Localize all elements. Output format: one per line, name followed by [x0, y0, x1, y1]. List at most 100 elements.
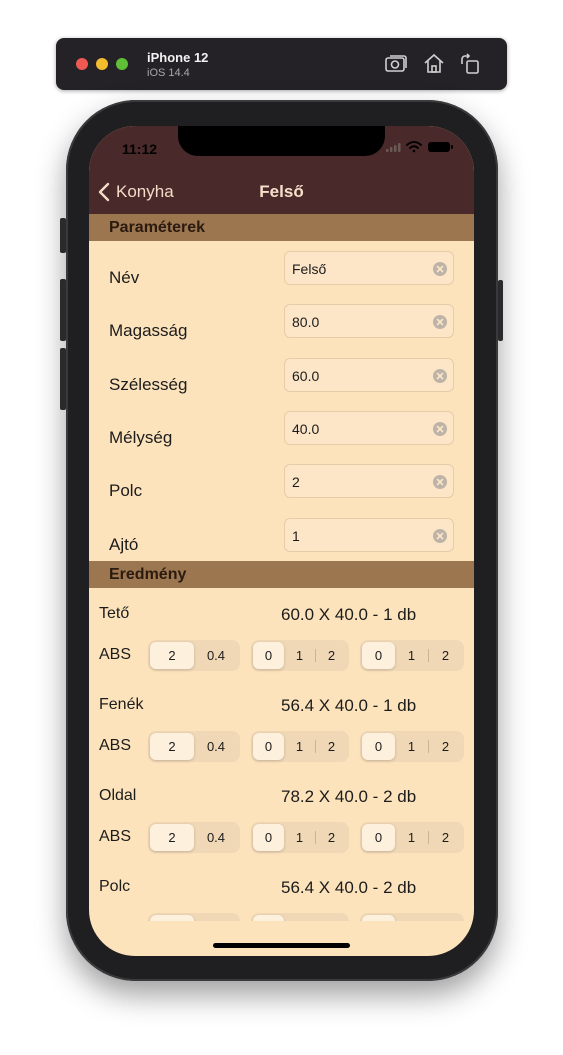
segment-option[interactable]: 2 [429, 824, 462, 851]
segment-option[interactable]: 2 [150, 642, 194, 669]
param-label: Mélység [109, 428, 173, 447]
param-label: Magasság [109, 321, 188, 340]
close-window-button[interactable] [76, 58, 88, 70]
zoom-window-button[interactable] [116, 58, 128, 70]
segmented-control[interactable]: 20.4 [148, 640, 240, 671]
silent-switch [60, 218, 66, 253]
param-value: 60.0 [292, 368, 320, 384]
result-dimensions: 60.0 X 40.0 - 1 db [281, 605, 417, 624]
segment-option[interactable]: 1 [284, 824, 315, 851]
clear-icon[interactable] [433, 529, 447, 543]
segment-option[interactable]: 0 [362, 733, 395, 760]
segmented-control[interactable]: 012 [251, 822, 349, 853]
minimize-window-button[interactable] [96, 58, 108, 70]
segmented-control[interactable]: 012 [360, 731, 464, 762]
segment-option[interactable]: 2 [429, 915, 462, 921]
rotate-icon[interactable] [458, 52, 482, 76]
segment-option[interactable]: 2 [316, 915, 347, 921]
abs-label: ABS [99, 828, 132, 845]
param-value: 40.0 [292, 421, 320, 437]
result-name: Oldal [99, 787, 137, 804]
param-label: Név [109, 268, 140, 287]
param-row: Mélység 40.0 [89, 411, 474, 464]
volume-up-button [60, 279, 66, 341]
segmented-control[interactable]: 012 [251, 640, 349, 671]
status-time: 11:12 [122, 141, 158, 157]
segment-option[interactable]: 0 [253, 733, 284, 760]
segment-option[interactable]: 1 [395, 915, 428, 921]
param-text-field[interactable]: 40.0 [284, 411, 454, 445]
segmented-control[interactable]: 012 [360, 913, 464, 921]
segment-option[interactable]: 2 [316, 642, 347, 669]
clear-icon[interactable] [433, 315, 447, 329]
segment-option[interactable]: 2 [429, 642, 462, 669]
segment-option[interactable]: 2 [150, 733, 194, 760]
power-button [498, 280, 503, 341]
segmented-control[interactable]: 012 [251, 913, 349, 921]
home-icon[interactable] [422, 52, 446, 76]
segment-option[interactable]: 2 [316, 824, 347, 851]
segment-option[interactable]: 1 [395, 642, 428, 669]
segment-option[interactable]: 0.4 [194, 824, 238, 851]
abs-label: ABS [99, 737, 132, 754]
segmented-control[interactable]: 20.4 [148, 822, 240, 853]
result-dimensions: 56.4 X 40.0 - 1 db [281, 696, 417, 715]
param-value: Felső [292, 261, 327, 277]
status-icons [386, 139, 454, 155]
segment-option[interactable]: 0.4 [194, 915, 238, 921]
segmented-control[interactable]: 20.4 [148, 731, 240, 762]
results-section-header: Eredmény [89, 561, 474, 588]
segment-option[interactable]: 1 [284, 915, 315, 921]
param-row: Szélesség 60.0 [89, 358, 474, 411]
segment-option[interactable]: 1 [284, 733, 315, 760]
result-dimensions: 78.2 X 40.0 - 2 db [281, 787, 417, 806]
segment-option[interactable]: 0 [253, 915, 284, 921]
segment-option[interactable]: 1 [284, 642, 315, 669]
simulator-title-bar: iPhone 12 iOS 14.4 [56, 38, 507, 90]
param-text-field[interactable]: 2 [284, 464, 454, 498]
clear-icon[interactable] [433, 475, 447, 489]
param-row: Név Felső [89, 251, 474, 304]
segment-option[interactable]: 0 [253, 824, 284, 851]
home-indicator [213, 943, 350, 948]
segment-option[interactable]: 2 [150, 915, 194, 921]
segment-option[interactable]: 0 [362, 915, 395, 921]
segmented-control[interactable]: 012 [251, 731, 349, 762]
param-value: 2 [292, 474, 300, 490]
segmented-control[interactable]: 20.4 [148, 913, 240, 921]
segmented-control[interactable]: 012 [360, 640, 464, 671]
device-name: iPhone 12 [147, 50, 209, 65]
param-row: Polc 2 [89, 464, 474, 517]
result-dimensions: 56.4 X 40.0 - 2 db [281, 878, 417, 897]
device-notch [178, 126, 385, 156]
segment-option[interactable]: 1 [395, 733, 428, 760]
param-text-field[interactable]: 80.0 [284, 304, 454, 338]
battery-icon [428, 142, 453, 152]
segment-option[interactable]: 2 [150, 824, 194, 851]
segment-option[interactable]: 0 [362, 824, 395, 851]
segment-option[interactable]: 0.4 [194, 733, 238, 760]
clear-icon[interactable] [433, 262, 447, 276]
param-label: Polc [109, 481, 143, 500]
segment-option[interactable]: 0 [362, 642, 395, 669]
wifi-icon [406, 141, 422, 153]
segment-option[interactable]: 0 [253, 642, 284, 669]
os-version: iOS 14.4 [147, 67, 190, 79]
segment-option[interactable]: 0.4 [194, 642, 238, 669]
param-text-field[interactable]: Felső [284, 251, 454, 285]
param-text-field[interactable]: 60.0 [284, 358, 454, 392]
result-name: Polc [99, 878, 131, 895]
screenshot-icon[interactable] [384, 52, 408, 76]
params-section-header: Paraméterek [89, 214, 474, 241]
volume-down-button [60, 348, 66, 410]
abs-label: ABS [99, 919, 131, 921]
param-text-field[interactable]: 1 [284, 518, 454, 552]
clear-icon[interactable] [433, 369, 447, 383]
segment-option[interactable]: 1 [395, 824, 428, 851]
param-value: 1 [292, 528, 300, 544]
clear-icon[interactable] [433, 422, 447, 436]
segment-option[interactable]: 2 [316, 733, 347, 760]
param-label: Ajtó [109, 535, 139, 554]
segment-option[interactable]: 2 [429, 733, 462, 760]
segmented-control[interactable]: 012 [360, 822, 464, 853]
